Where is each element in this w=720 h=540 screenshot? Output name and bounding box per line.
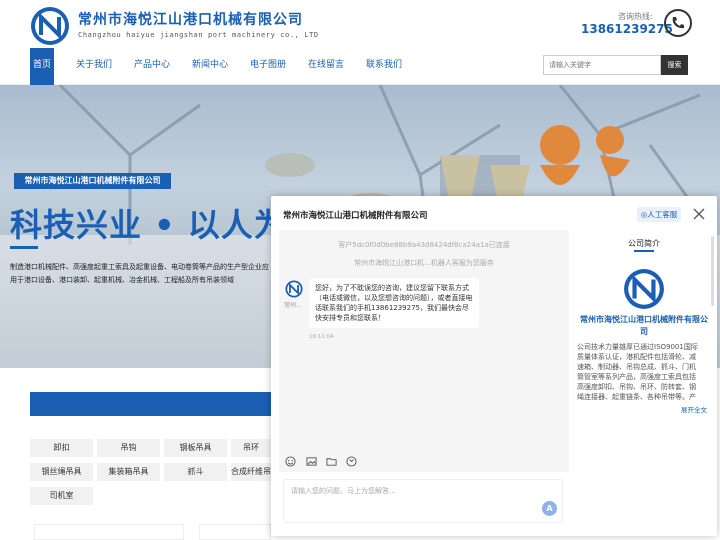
company-intro-panel: 公司简介 常州市海悦江山港口机械附件有限公司 公司技术力量雄厚已通过ISO900… (577, 230, 711, 530)
system-line: 客户5dc0f0d0be88b9a43d8424df8ca24a1a已连接 (338, 241, 510, 249)
company-logo-icon (624, 269, 664, 309)
image-icon[interactable] (306, 456, 317, 467)
company-name-cn: 常州市海悦江山港口机械有限公司 (78, 12, 303, 28)
system-line: 常州市海悦江山港口机...机器人客服为您服务 (354, 259, 494, 267)
expand-link[interactable]: 展开全文 (681, 404, 707, 414)
nav-about[interactable]: 关于我们 (76, 48, 112, 85)
category-item[interactable]: 吊钩 (97, 439, 160, 457)
hotline-number: 13861239275 (581, 22, 673, 36)
bot-name: 常州... (284, 302, 302, 309)
agent-button-label: 人工客服 (647, 210, 678, 219)
scrollbar[interactable] (711, 236, 714, 306)
close-icon[interactable] (692, 207, 706, 221)
nav-home[interactable]: 首页 (30, 48, 54, 85)
chat-window: 常州市海悦江山港口机械附件有限公司 ◎人工客服 客户5dc0f0d0be88b9… (271, 196, 717, 536)
nav-contact[interactable]: 联系我们 (366, 48, 402, 85)
nav-message[interactable]: 在线留言 (308, 48, 344, 85)
category-item[interactable]: 抓斗 (164, 463, 227, 481)
message-area: 客户5dc0f0d0be88b9a43d8424df8ca24a1a已连接 常州… (279, 230, 569, 472)
category-item[interactable]: 钢板吊具 (164, 439, 227, 457)
category-item[interactable]: 司机室 (30, 487, 93, 505)
chat-input-placeholder: 请输入您的问题，马上为您解答... (291, 487, 396, 495)
nav-catalog[interactable]: 电子图册 (250, 48, 286, 85)
category-item[interactable]: 卸扣 (30, 439, 93, 457)
chat-input[interactable]: 请输入您的问题，马上为您解答... A (283, 479, 563, 523)
category-item[interactable]: 钢丝绳吊具 (30, 463, 93, 481)
search-input[interactable] (543, 55, 661, 75)
bot-avatar (285, 280, 303, 298)
intro-title: 公司简介 (628, 239, 660, 248)
phone-icon (664, 9, 692, 37)
nav-news[interactable]: 新闻中心 (192, 48, 228, 85)
banner-company-label: 常州市海悦江山港口机械附件有限公司 (14, 173, 171, 189)
message-time: 16:11:04 (309, 334, 334, 340)
product-card[interactable] (199, 524, 271, 540)
bot-message: 您好，为了不耽误您的咨询，建议您留下联系方式（电话或微信，以及您想咨询的问题），… (309, 278, 479, 328)
emoji-icon[interactable] (285, 456, 296, 467)
hotline-label: 咨询热线: (618, 12, 653, 21)
category-item[interactable]: 集装箱吊具 (97, 463, 160, 481)
intro-underline (634, 250, 654, 252)
banner-slogan: 科技兴业 • 以人为 (10, 206, 287, 244)
send-button[interactable]: A (542, 501, 557, 516)
nav-products[interactable]: 产品中心 (134, 48, 170, 85)
evaluate-icon[interactable] (346, 456, 357, 467)
site-header: 常州市海悦江山港口机械有限公司 Changzhou haiyue jiangsh… (0, 0, 720, 48)
chat-title: 常州市海悦江山港口机械附件有限公司 (283, 211, 428, 221)
product-card[interactable] (34, 524, 184, 540)
banner-description: 制造港口机械配件、高强度起重工索具及起重设备、电动卷筒等产品的生产型企业应用于港… (10, 263, 269, 284)
search-button[interactable]: 搜索 (661, 55, 688, 75)
category-item[interactable]: 吊环 (231, 439, 271, 457)
category-item[interactable]: 合成纤维吊 (231, 463, 271, 481)
folder-icon[interactable] (326, 456, 337, 467)
human-agent-button[interactable]: ◎人工客服 (637, 207, 681, 222)
slogan-underline (10, 246, 38, 249)
product-section-bar (30, 392, 274, 416)
intro-description: 公司技术力量雄厚已通过ISO9001国际质量体系认证，港机配件包括滑轮、减速箱、… (577, 343, 698, 401)
intro-company-name: 常州市海悦江山港口机械附件有限公司 (580, 315, 708, 336)
company-name-en: Changzhou haiyue jiangshan port machiner… (78, 31, 319, 39)
company-logo-icon[interactable] (30, 6, 70, 46)
